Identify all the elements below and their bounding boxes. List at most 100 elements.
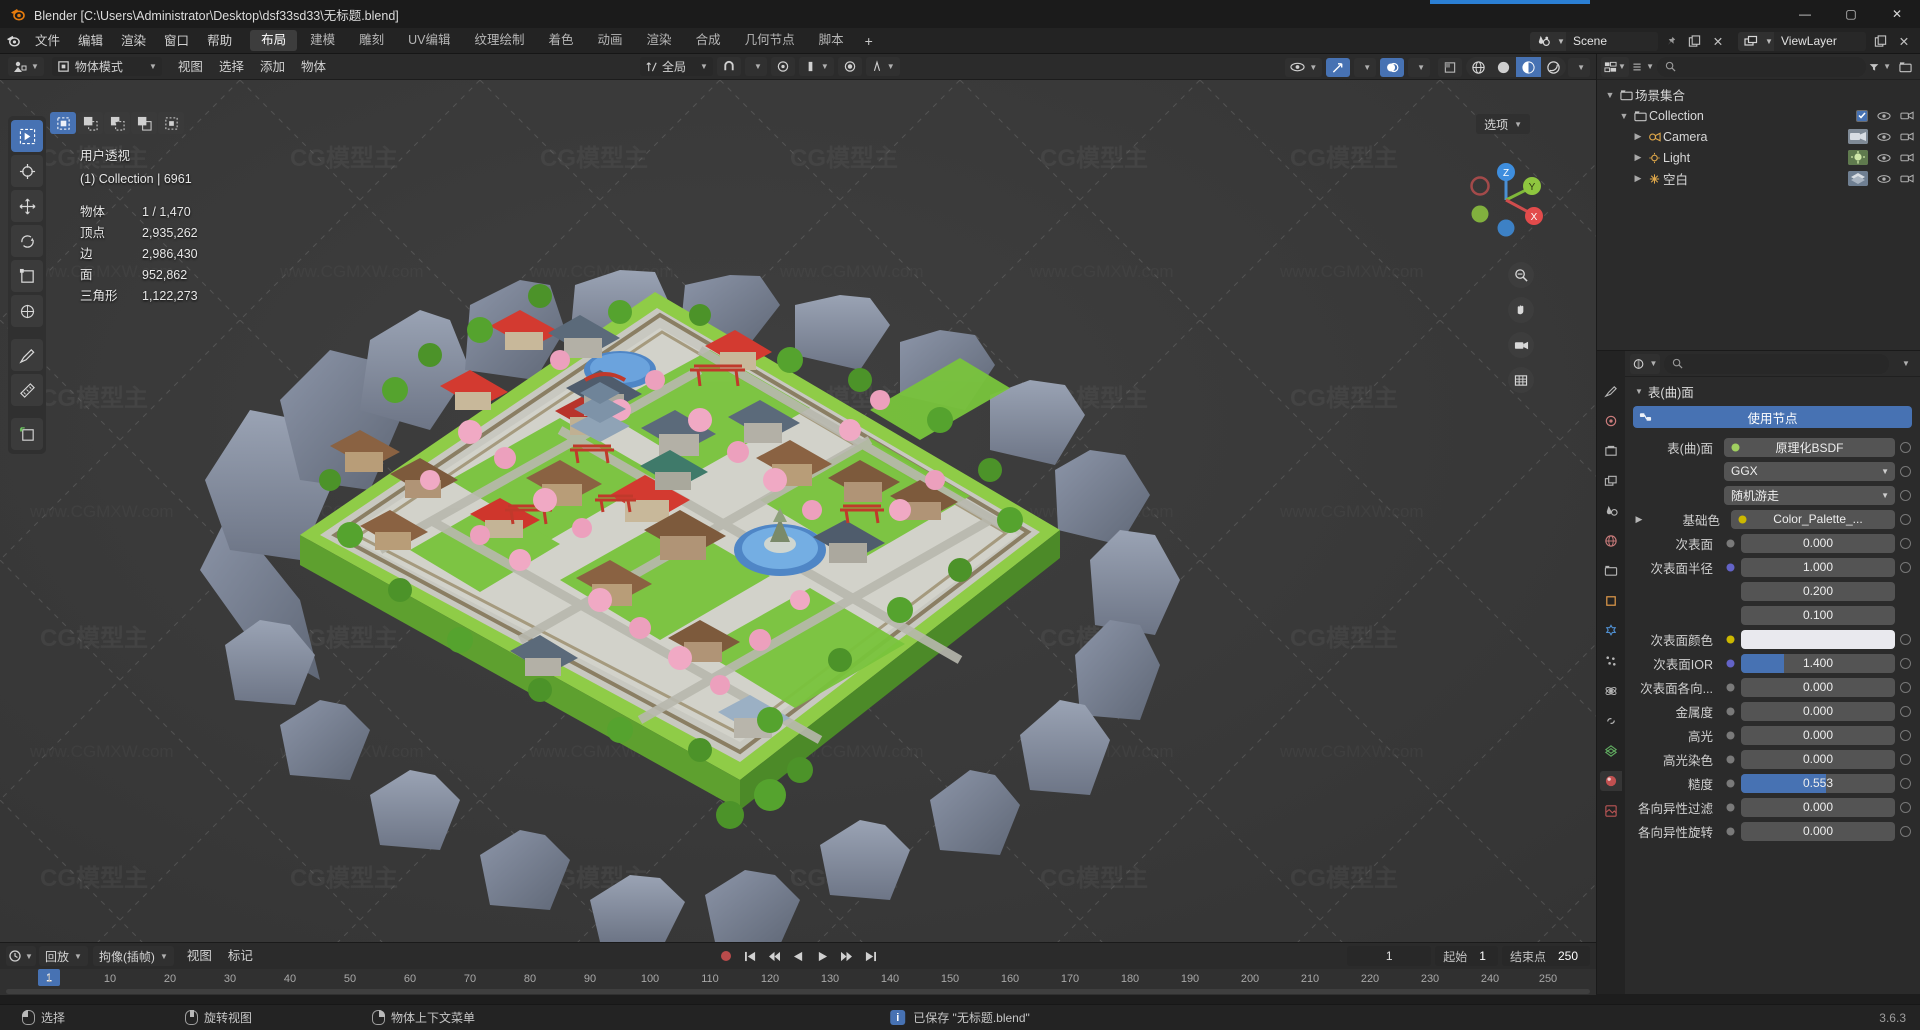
workspace-tab-texture-paint[interactable]: 纹理绘制: [464, 30, 536, 51]
animate-dot-icon[interactable]: [1900, 705, 1911, 717]
visibility-eye-icon[interactable]: [1877, 153, 1891, 163]
mirror-toggle[interactable]: [837, 57, 862, 76]
unlink-scene-icon[interactable]: ✕: [1708, 32, 1728, 51]
viewport-menu-select[interactable]: 选择: [211, 54, 252, 80]
subsurface-radius-z-field[interactable]: 0.100: [1741, 605, 1895, 625]
panel-expand-chevron-down-icon[interactable]: ▼: [1635, 387, 1643, 396]
tab-world[interactable]: [1600, 531, 1622, 551]
expand-chevron-right-icon[interactable]: ▶: [1631, 173, 1645, 184]
surface-shader-select[interactable]: 原理化BSDF: [1724, 437, 1895, 457]
distribution-select[interactable]: GGX ▼: [1724, 461, 1895, 481]
tab-physics[interactable]: [1600, 681, 1622, 701]
tab-texture[interactable]: [1600, 801, 1622, 821]
mesh-data-icon[interactable]: [1848, 171, 1868, 186]
timeline-scrollbar[interactable]: [6, 989, 1590, 994]
overlays-toggle[interactable]: [1380, 57, 1405, 77]
visibility-toggle[interactable]: ▼: [1285, 57, 1323, 77]
blender-menu-icon[interactable]: [0, 28, 26, 54]
tool-measure[interactable]: [11, 374, 43, 406]
tool-rotate[interactable]: [11, 225, 43, 257]
outliner-row-collection[interactable]: ▼ Collection: [1597, 105, 1920, 126]
outliner-editor-type-button[interactable]: ▼: [1601, 56, 1629, 77]
animate-dot-icon[interactable]: [1900, 825, 1911, 837]
outliner-row-light[interactable]: ▶ Light: [1597, 147, 1920, 168]
render-camera-icon[interactable]: [1900, 131, 1914, 142]
workspace-tab-scripting[interactable]: 脚本: [808, 30, 855, 51]
outliner-new-collection-icon[interactable]: [1894, 57, 1916, 77]
timeline-editor-type-button[interactable]: ▼: [6, 946, 36, 966]
tab-particles[interactable]: [1600, 651, 1622, 671]
scene-chevron-down-icon[interactable]: ▼: [1556, 31, 1566, 51]
animate-dot-icon[interactable]: [1900, 489, 1911, 501]
shading-settings-dropdown[interactable]: ▼: [1568, 57, 1590, 77]
expand-chevron-down-icon[interactable]: ▼: [1603, 90, 1617, 100]
gizmo-toggle[interactable]: [1326, 57, 1351, 77]
tab-tool[interactable]: [1600, 381, 1622, 401]
animate-dot-icon[interactable]: [1900, 537, 1911, 549]
render-camera-icon[interactable]: [1900, 152, 1914, 163]
minimize-button[interactable]: —: [1782, 0, 1828, 28]
animate-dot-icon[interactable]: [1900, 801, 1911, 813]
properties-options-chevron-icon[interactable]: ▼: [1893, 354, 1915, 374]
tab-scene[interactable]: [1600, 501, 1622, 521]
outliner-display-mode-icon[interactable]: ▼: [1632, 57, 1654, 77]
proportional-edit-toggle[interactable]: [770, 57, 795, 76]
gizmo-settings-dropdown[interactable]: ▼: [1354, 57, 1377, 77]
surface-panel-header[interactable]: ▼ 表(曲)面: [1625, 380, 1920, 402]
outliner-row-camera[interactable]: ▶ Camera: [1597, 126, 1920, 147]
workspace-tab-uv-editing[interactable]: UV编辑: [397, 30, 461, 51]
subsurface-ior-slider[interactable]: 1.400: [1741, 653, 1895, 673]
animate-dot-icon[interactable]: [1900, 681, 1911, 693]
timeline-menu-keying[interactable]: 拘像(插帧) ▼: [92, 946, 174, 966]
zoom-icon[interactable]: [1508, 262, 1534, 288]
xray-toggle[interactable]: [1438, 57, 1463, 77]
select-mode-intersect[interactable]: [158, 112, 184, 134]
tab-render[interactable]: [1600, 411, 1622, 431]
menu-edit[interactable]: 编辑: [69, 28, 112, 54]
animate-dot-icon[interactable]: [1900, 729, 1911, 741]
use-nodes-button[interactable]: 使用节点: [1633, 406, 1912, 428]
annotate-dropdown[interactable]: ▼: [865, 57, 900, 76]
workspace-tab-geometry-nodes[interactable]: 几何节点: [734, 30, 806, 51]
timeline-menu-playback[interactable]: 回放 ▼: [39, 946, 88, 966]
close-button[interactable]: ✕: [1874, 0, 1920, 28]
pin-scene-icon[interactable]: [1662, 32, 1680, 51]
render-camera-icon[interactable]: [1900, 173, 1914, 184]
visibility-eye-icon[interactable]: [1877, 111, 1891, 121]
tool-annotate[interactable]: [11, 339, 43, 371]
camera-view-icon[interactable]: [1508, 332, 1534, 358]
roughness-slider[interactable]: 0.553: [1741, 773, 1895, 793]
animate-dot-icon[interactable]: [1900, 561, 1911, 573]
light-data-icon[interactable]: [1848, 150, 1868, 165]
camera-data-icon[interactable]: [1848, 129, 1868, 144]
tab-view-layer[interactable]: [1600, 471, 1622, 491]
viewlayer-name-field[interactable]: ViewLayer: [1774, 31, 1866, 51]
animate-dot-icon[interactable]: [1900, 441, 1911, 453]
visibility-eye-icon[interactable]: [1877, 132, 1891, 142]
outliner-row-scene-collection[interactable]: ▼ 场景集合: [1597, 84, 1920, 105]
menu-help[interactable]: 帮助: [198, 28, 241, 54]
workspace-tab-shading[interactable]: 着色: [538, 30, 585, 51]
base-color-link-field[interactable]: Color_Palette_...: [1731, 509, 1895, 529]
outliner-row-empty[interactable]: ▶ 空白: [1597, 168, 1920, 189]
animate-dot-icon[interactable]: [1900, 633, 1911, 645]
viewport-options-button[interactable]: 选项 ▼: [1476, 114, 1530, 134]
workspace-tab-animation[interactable]: 动画: [587, 30, 634, 51]
transform-orientation-selector[interactable]: 全局 ▼: [640, 57, 713, 76]
maximize-button[interactable]: ▢: [1828, 0, 1874, 28]
viewport-menu-view[interactable]: 视图: [170, 54, 211, 80]
timeline-menu-view[interactable]: 视图: [179, 946, 220, 966]
viewport-canvas[interactable]: CG模型主 CG模型主 CG模型主 CG模型主 CG模型主 CG模型主 www.…: [0, 80, 1596, 942]
previous-keyframe-button[interactable]: [763, 946, 785, 966]
subsurface-radius-y-field[interactable]: 0.200: [1741, 581, 1895, 601]
viewport-menu-object[interactable]: 物体: [293, 54, 334, 80]
outliner-search-input[interactable]: [1657, 56, 1866, 77]
workspace-tab-layout[interactable]: 布局: [250, 30, 298, 51]
tab-output[interactable]: [1600, 441, 1622, 461]
scene-selector[interactable]: ▼ Scene: [1530, 31, 1658, 51]
anisotropic-rotation-field[interactable]: 0.000: [1741, 821, 1895, 841]
select-mode-invert[interactable]: [131, 112, 157, 134]
frame-end-field[interactable]: 结束点 250: [1501, 946, 1590, 966]
workspace-tab-compositing[interactable]: 合成: [685, 30, 732, 51]
auto-keying-toggle-icon[interactable]: [715, 946, 737, 966]
